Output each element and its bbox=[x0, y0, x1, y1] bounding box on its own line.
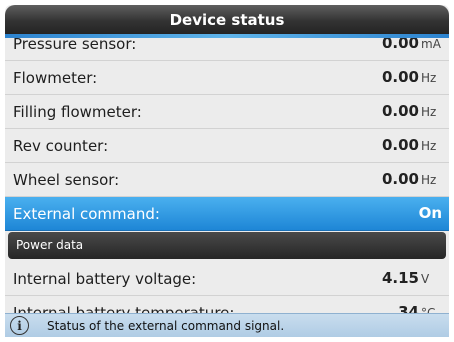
row-value: 0.00 bbox=[381, 102, 419, 120]
row-label: External command: bbox=[13, 205, 160, 223]
list-row-external-command-selected[interactable]: External command: On bbox=[5, 197, 449, 231]
row-label: Filling flowmeter: bbox=[13, 103, 142, 121]
info-icon: i bbox=[10, 316, 29, 335]
page-title: Device status bbox=[169, 10, 285, 29]
row-label: Internal battery voltage: bbox=[13, 270, 197, 288]
list-row-internal-battery-voltage[interactable]: Internal battery voltage: 4.15 V bbox=[5, 262, 449, 296]
row-unit: mA bbox=[421, 37, 441, 51]
row-value: 0.00 bbox=[381, 68, 419, 86]
device-status-screen: Pressure sensor: 0.00 mA Flowmeter: 0.00… bbox=[5, 5, 449, 337]
row-value: 4.15 bbox=[381, 269, 419, 287]
list-row-wheel-sensor[interactable]: Wheel sensor: 0.00 Hz bbox=[5, 163, 449, 197]
status-bar: i Status of the external command signal. bbox=[5, 313, 449, 337]
row-unit: Hz bbox=[421, 139, 437, 153]
row-value: 0.00 bbox=[381, 170, 419, 188]
section-header-power-data: Power data bbox=[8, 232, 446, 259]
title-accent-bar bbox=[5, 34, 449, 38]
list-row-rev-counter[interactable]: Rev counter: 0.00 Hz bbox=[5, 129, 449, 163]
sensor-list: Pressure sensor: 0.00 mA Flowmeter: 0.00… bbox=[5, 27, 449, 231]
row-label: Flowmeter: bbox=[13, 69, 98, 87]
status-message: Status of the external command signal. bbox=[47, 319, 285, 333]
title-bar: Device status bbox=[5, 5, 449, 34]
row-unit: Hz bbox=[421, 173, 437, 187]
row-unit: Hz bbox=[421, 105, 437, 119]
row-value: On bbox=[418, 204, 442, 222]
list-row-filling-flowmeter[interactable]: Filling flowmeter: 0.00 Hz bbox=[5, 95, 449, 129]
list-row-flowmeter[interactable]: Flowmeter: 0.00 Hz bbox=[5, 61, 449, 95]
row-value: 0.00 bbox=[381, 136, 419, 154]
section-title: Power data bbox=[16, 238, 84, 252]
row-unit: V bbox=[421, 272, 430, 286]
row-unit: Hz bbox=[421, 71, 437, 85]
row-label: Rev counter: bbox=[13, 137, 109, 155]
row-label: Wheel sensor: bbox=[13, 171, 120, 189]
